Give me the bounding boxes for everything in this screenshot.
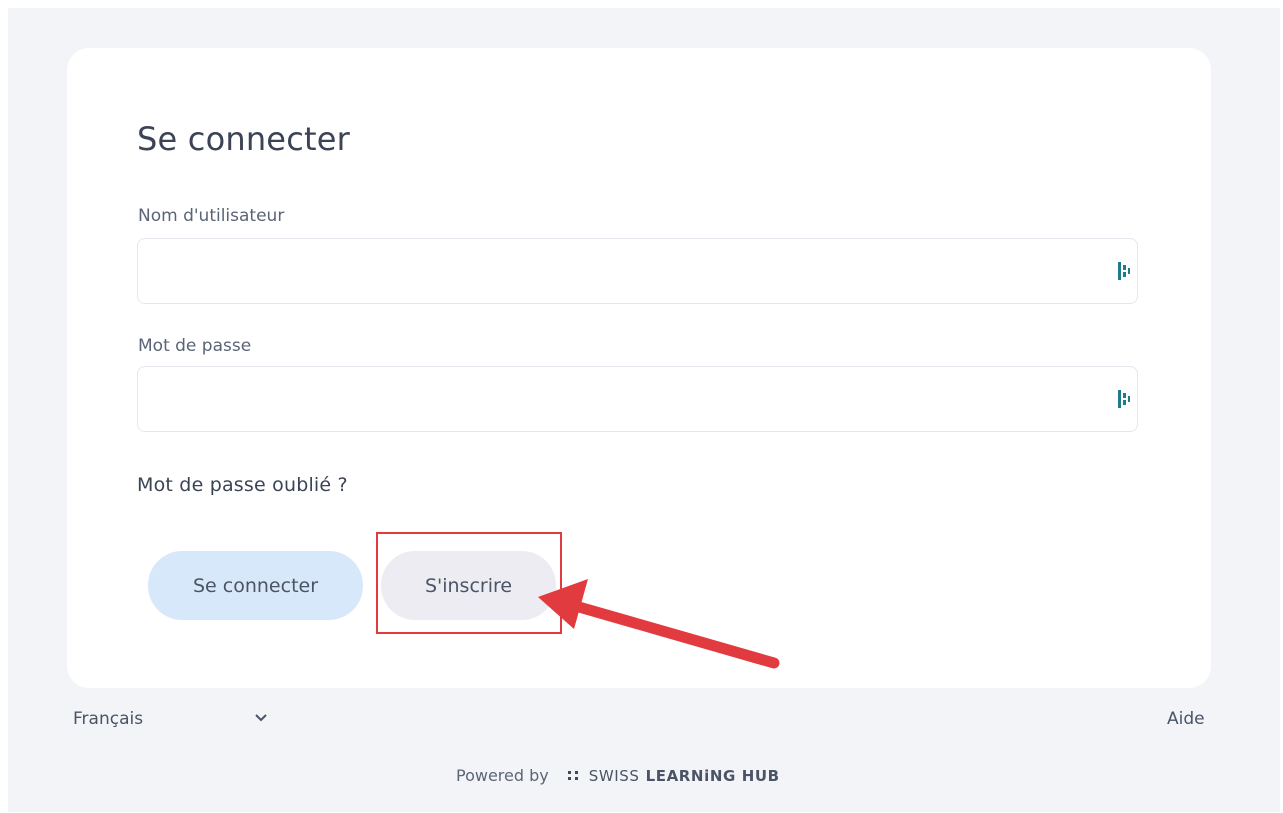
dots-logo-icon	[567, 770, 578, 780]
password-label: Mot de passe	[138, 336, 252, 356]
powered-by-label: Powered by	[456, 766, 549, 785]
password-input[interactable]	[137, 366, 1138, 432]
forgot-password-link[interactable]: Mot de passe oublié ?	[137, 474, 348, 496]
annotation-arrow-icon	[538, 579, 780, 669]
language-label: Français	[73, 709, 144, 729]
brand-logo[interactable]: SWISS LEARNiNG HUB	[567, 767, 780, 785]
password-manager-icon[interactable]	[1117, 260, 1135, 282]
brand-name-part2: LEARNiNG HUB	[645, 766, 780, 785]
help-link[interactable]: Aide	[1167, 709, 1205, 729]
login-button[interactable]: Se connecter	[148, 551, 363, 620]
username-input[interactable]	[137, 238, 1138, 304]
powered-by: Powered by SWISS LEARNiNG HUB	[456, 766, 780, 785]
password-manager-icon[interactable]	[1117, 388, 1135, 410]
username-label: Nom d'utilisateur	[138, 206, 285, 226]
chevron-down-icon	[255, 714, 267, 722]
language-selector[interactable]: Français	[73, 709, 267, 729]
brand-name-part1: SWISS	[588, 766, 640, 785]
page-title: Se connecter	[137, 120, 350, 158]
